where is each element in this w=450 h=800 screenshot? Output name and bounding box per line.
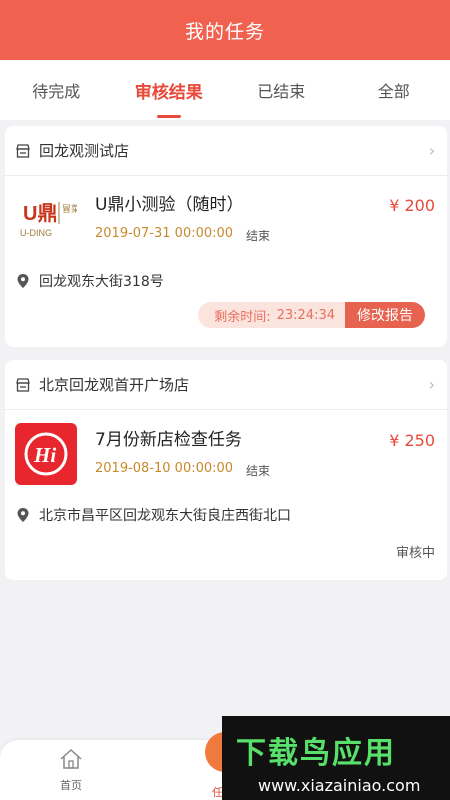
task-title: 7月份新店检查任务 — [95, 430, 242, 450]
task-price: ¥ 200 — [389, 196, 435, 215]
task-date: 2019-08-10 00:00:00 — [95, 461, 234, 476]
nav-home[interactable]: 首页 — [48, 748, 94, 793]
tab-pending[interactable]: 待完成 — [0, 60, 113, 120]
remaining-time: 剩余时间: 23:24:34 — [198, 302, 345, 328]
home-icon — [60, 748, 82, 769]
watermark: 下载鸟应用 www.xiazainiao.com — [222, 716, 450, 800]
store-name: 北京回龙观首开广场店 — [39, 376, 190, 394]
edit-report-button[interactable]: 修改报告 — [345, 302, 425, 328]
nav-home-label: 首页 — [60, 779, 82, 792]
store-name: 回龙观测试店 — [39, 142, 130, 160]
chevron-right-icon: › — [428, 375, 435, 394]
chevron-right-icon: › — [428, 141, 435, 160]
app-header: 我的任务 — [0, 0, 450, 60]
page-title: 我的任务 — [184, 20, 265, 43]
tab-review-result[interactable]: 审核结果 — [113, 60, 226, 120]
logo-brand-top: U鼎 — [23, 202, 57, 225]
task-row[interactable]: Hi 7月份新店检查任务 2019-08-10 00:00:00 结束 ¥ 25… — [5, 423, 447, 493]
watermark-url: www.xiazainiao.com — [258, 776, 421, 795]
store-icon — [16, 377, 30, 392]
hi-logo-icon: Hi — [15, 423, 77, 485]
report-action-pill: 剩余时间: 23:24:34 修改报告 — [198, 302, 425, 328]
store-address: 北京市昌平区回龙观东大街良庄西街北口 — [17, 505, 291, 525]
task-card[interactable]: 北京回龙观首开广场店 › Hi 7月份新店检查任务 2019-08-10 00:… — [5, 360, 447, 580]
task-status: 结束 — [246, 229, 271, 243]
logo-brand-bottom: U-DING — [20, 228, 52, 238]
review-status-label: 审核中 — [395, 546, 435, 561]
task-row[interactable]: U鼎 冒菜 U-DING U鼎小测验（随时） 2019-07-31 00:00:… — [5, 188, 447, 258]
address-text: 回龙观东大街318号 — [39, 274, 164, 290]
watermark-title: 下载鸟应用 — [236, 736, 396, 771]
location-pin-icon — [17, 274, 29, 288]
tab-bar: 待完成 审核结果 已结束 全部 — [0, 60, 450, 120]
task-title: U鼎小测验（随时） — [95, 195, 244, 215]
store-header[interactable]: 北京回龙观首开广场店 › — [5, 360, 447, 410]
logo-brand-side: 冒菜 — [62, 203, 77, 214]
remaining-time-value: 23:24:34 — [276, 307, 335, 323]
store-address: 回龙观东大街318号 — [17, 271, 164, 291]
location-pin-icon — [17, 508, 29, 522]
tab-finished[interactable]: 已结束 — [225, 60, 338, 120]
store-header[interactable]: 回龙观测试店 › — [5, 126, 447, 176]
tab-all[interactable]: 全部 — [338, 60, 450, 120]
brand-logo: U鼎 冒菜 U-DING — [15, 188, 80, 250]
remaining-time-label: 剩余时间: — [214, 309, 271, 325]
store-icon — [16, 143, 30, 158]
task-card[interactable]: 回龙观测试店 › U鼎 冒菜 U-DING U鼎小测验（随时） 2019-07-… — [5, 126, 447, 347]
task-price: ¥ 250 — [389, 431, 435, 450]
uding-logo-icon: U鼎 冒菜 U-DING — [20, 202, 80, 238]
brand-logo: Hi — [15, 423, 77, 485]
task-status: 结束 — [246, 464, 271, 478]
task-date: 2019-07-31 00:00:00 — [95, 226, 234, 241]
address-text: 北京市昌平区回龙观东大街良庄西街北口 — [39, 508, 291, 524]
logo-brand-text: Hi — [33, 443, 56, 467]
